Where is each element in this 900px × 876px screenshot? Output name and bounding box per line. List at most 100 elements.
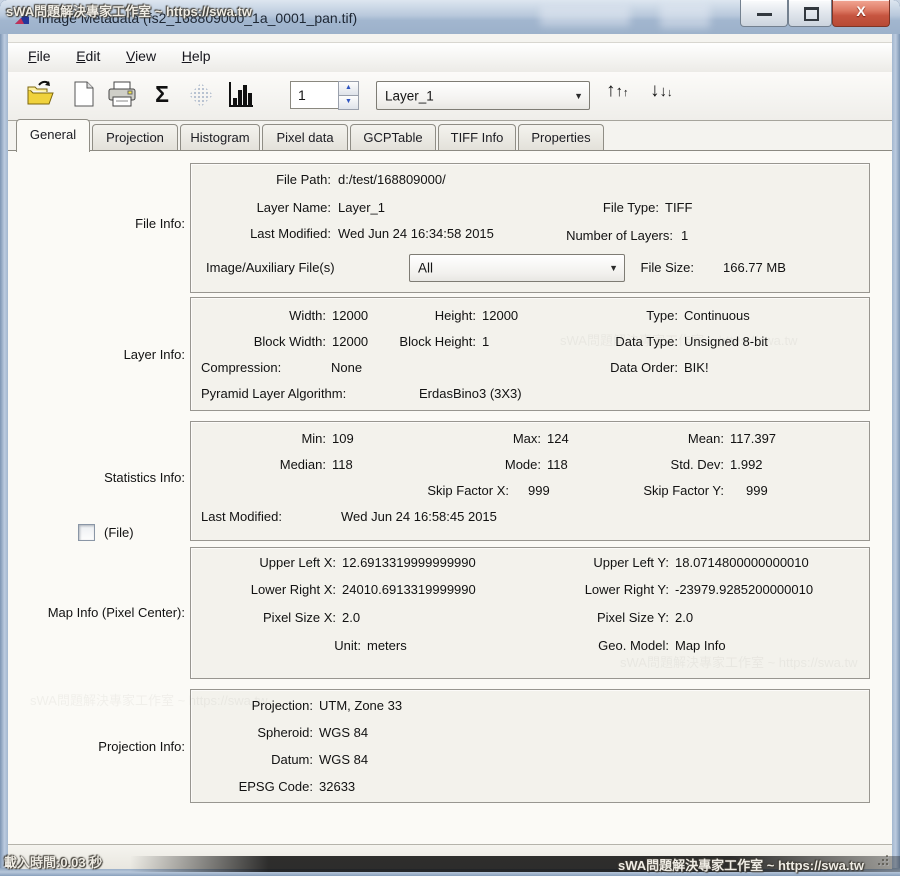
epsg-code-value: 32633 [319, 779, 355, 794]
mode-value: 118 [547, 457, 568, 472]
upper-left-y-label: Upper Left Y: [491, 555, 669, 570]
epsg-code-label: EPSG Code: [191, 779, 313, 794]
block-width-label: Block Width: [191, 334, 326, 349]
new-document-button[interactable] [68, 80, 100, 110]
title-bar[interactable]: Image Metadata (fs2_168809000_1a_0001_pa… [0, 0, 900, 35]
file-last-modified-value: Wed Jun 24 16:34:58 2015 [338, 226, 494, 241]
layer-name-label: Layer Name: [191, 200, 331, 215]
histogram-icon [226, 80, 254, 108]
file-size-label: File Size: [631, 260, 694, 275]
histogram-button[interactable] [224, 80, 256, 110]
toolbar: Σ 1 ▲ ▼ Layer_1 [8, 72, 892, 121]
median-value: 118 [332, 457, 353, 472]
menu-help[interactable]: Help [171, 43, 222, 68]
max-value: 124 [547, 431, 569, 446]
band-spinner[interactable]: 1 ▲ ▼ [290, 81, 358, 109]
data-type-label: Data Type: [551, 334, 678, 349]
pyramid-value: ErdasBino3 (3X3) [419, 386, 522, 401]
geo-model-label: Geo. Model: [491, 638, 669, 653]
skip-factor-x-label: Skip Factor X: [391, 483, 509, 498]
spinner-down-button[interactable]: ▼ [338, 95, 359, 110]
num-layers-value: 1 [681, 228, 688, 243]
menu-view[interactable]: View [115, 43, 167, 68]
file-size-value: 166.77 MB [723, 260, 786, 275]
pyramid-layers-button[interactable] [186, 80, 218, 110]
image-metadata-window: Image Metadata (fs2_168809000_1a_0001_pa… [0, 0, 900, 876]
max-label: Max: [406, 431, 541, 446]
menu-edit[interactable]: Edit [65, 43, 111, 68]
app-icon [13, 8, 31, 26]
data-order-value: BIK! [684, 360, 709, 375]
window-title: Image Metadata (fs2_168809000_1a_0001_pa… [38, 0, 357, 34]
spinner-up-button[interactable]: ▲ [338, 81, 359, 96]
pixel-size-x-value: 2.0 [342, 610, 360, 625]
minimize-button[interactable] [740, 0, 788, 27]
pixel-size-y-value: 2.0 [675, 610, 693, 625]
aux-files-label: Image/Auxiliary File(s) [206, 260, 335, 275]
projection-info-section-label: Projection Info: [8, 739, 185, 754]
raise-layer-button[interactable]: ↑↑↑ [606, 80, 644, 110]
chevron-down-icon: ▼ [574, 91, 583, 101]
tab-pixel-data[interactable]: Pixel data [262, 124, 348, 150]
open-file-button[interactable] [24, 80, 56, 110]
lower-right-x-value: 24010.6913319999990 [342, 582, 476, 597]
aux-files-selected: All [418, 261, 433, 276]
new-document-icon [72, 80, 96, 108]
pixel-size-x-label: Pixel Size X: [191, 610, 336, 625]
tab-projection[interactable]: Projection [92, 124, 178, 150]
layer-name-value: Layer_1 [338, 200, 385, 215]
stats-file-checkbox[interactable] [78, 524, 95, 541]
raise-layers-icon: ↑ [606, 80, 616, 101]
lower-right-x-label: Lower Right X: [191, 582, 336, 597]
stats-file-checkbox-label: (File) [104, 525, 134, 540]
band-number-field[interactable]: 1 [290, 81, 345, 109]
stddev-label: Std. Dev: [591, 457, 724, 472]
stats-last-modified-value: Wed Jun 24 16:58:45 2015 [341, 509, 497, 524]
type-value: Continuous [684, 308, 750, 323]
statistics-button[interactable]: Σ [146, 80, 178, 110]
desktop-blur-artifact [660, 4, 710, 28]
statistics-info-box: Min: 109 Max: 124 Mean: 117.397 Median: … [190, 421, 870, 541]
tab-tiff-info[interactable]: TIFF Info [438, 124, 516, 150]
menu-file[interactable]: File [17, 43, 62, 68]
block-height-value: 1 [482, 334, 489, 349]
print-button[interactable] [106, 80, 138, 110]
upper-left-x-label: Upper Left X: [191, 555, 336, 570]
tab-properties[interactable]: Properties [518, 124, 604, 150]
spinner-up-icon: ▲ [345, 84, 352, 91]
layer-selected-value: Layer_1 [385, 88, 434, 103]
aux-files-combobox[interactable]: All ▼ [409, 254, 625, 282]
median-label: Median: [191, 457, 326, 472]
layer-combobox[interactable]: Layer_1 ▼ [376, 81, 590, 110]
chevron-down-icon: ▼ [609, 263, 618, 273]
close-icon: X [833, 3, 889, 19]
close-button[interactable]: X [832, 0, 890, 27]
layer-info-box: Width: 12000 Height: 12000 Type: Continu… [190, 297, 870, 411]
spheroid-value: WGS 84 [319, 725, 368, 740]
tab-histogram[interactable]: Histogram [180, 124, 260, 150]
upper-left-x-value: 12.6913319999999990 [342, 555, 476, 570]
lower-right-y-value: -23979.9285200000010 [675, 582, 813, 597]
resize-grip[interactable] [875, 852, 889, 866]
window-border-right [892, 34, 900, 876]
unit-label: Unit: [191, 638, 361, 653]
num-layers-label: Number of Layers: [531, 228, 673, 243]
skip-factor-y-label: Skip Factor Y: [606, 483, 724, 498]
layer-info-section-label: Layer Info: [8, 347, 185, 362]
stddev-value: 1.992 [730, 457, 763, 472]
maximize-button[interactable] [788, 0, 832, 27]
unit-value: meters [367, 638, 407, 653]
tab-gcptable[interactable]: GCPTable [350, 124, 436, 150]
desktop-blur-artifact [540, 6, 630, 26]
tab-general[interactable]: General [16, 119, 90, 152]
file-path-value: d:/test/168809000/ [338, 172, 446, 187]
lower-layer-button[interactable]: ↓↓↓ [650, 80, 688, 110]
width-value: 12000 [332, 308, 368, 323]
pixel-size-y-label: Pixel Size Y: [491, 610, 669, 625]
datum-value: WGS 84 [319, 752, 368, 767]
projection-label: Projection: [191, 698, 313, 713]
print-icon [107, 80, 137, 108]
data-order-label: Data Order: [551, 360, 678, 375]
minimize-icon [757, 13, 772, 16]
spinner-down-icon: ▼ [345, 98, 352, 105]
